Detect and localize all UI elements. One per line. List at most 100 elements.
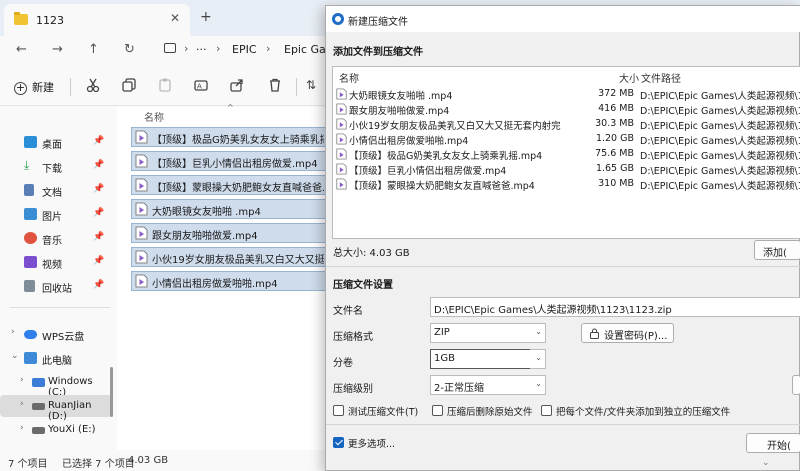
sidebar-item-music[interactable]: 音乐 📌	[0, 227, 112, 249]
file-row[interactable]: 小情侣出租房做爱啪啪.mp4	[131, 271, 327, 291]
sort-caret-icon: ^	[227, 103, 234, 112]
share-icon[interactable]	[230, 78, 244, 92]
archive-file-name: 大奶眼镜女友啪啪 .mp4	[349, 91, 453, 102]
sidebar-item-drive-d[interactable]: › RuanJian (D:)	[0, 395, 112, 422]
close-tab-icon[interactable]: ✕	[170, 11, 180, 25]
refresh-icon[interactable]: ↻	[124, 42, 135, 57]
sidebar-item-videos[interactable]: 视频 📌	[0, 251, 112, 273]
file-row[interactable]: 【顶级】极品G奶美乳女友女上骑乘乳摇...	[131, 127, 327, 147]
cut-icon[interactable]	[86, 78, 100, 92]
level-label: 压缩级别	[333, 384, 373, 395]
column-header-name[interactable]: 名称	[339, 70, 359, 85]
archive-filename-field[interactable]: D:\EPIC\Epic Games\人类起源视频\1123\1123.zip	[430, 297, 800, 317]
rename-icon[interactable]: A	[194, 78, 208, 92]
test-archive-checkbox[interactable]	[333, 405, 344, 416]
archive-file-row[interactable]: 大奶眼镜女友啪啪 .mp4 372 MB D:\EPIC\Epic Games\人类…	[332, 87, 800, 102]
add-files-button[interactable]: 添加(	[754, 240, 800, 260]
chevron-right-icon[interactable]: ›	[20, 423, 24, 433]
file-row[interactable]: 大奶眼镜女友啪啪 .mp4	[131, 199, 327, 219]
archive-file-size: 1.65 GB	[595, 163, 634, 174]
sidebar-item-drive-e[interactable]: › YouXi (E:)	[0, 419, 112, 441]
archive-file-row[interactable]: 小伙19岁女朋友极品美乳又白又大又挺无套内射完... 30.3 MB D:\EPIC…	[332, 117, 800, 132]
section-divider	[326, 266, 800, 267]
sidebar-item-label: 音乐	[42, 236, 62, 247]
column-header-size[interactable]: 大小	[619, 70, 639, 85]
set-password-button[interactable]: 设置密码(P)...	[581, 323, 674, 343]
split-label: 分卷	[333, 358, 353, 369]
delete-originals-checkbox[interactable]	[432, 405, 443, 416]
file-row[interactable]: 小伙19岁女朋友极品美乳又白又大又挺...	[131, 247, 327, 267]
settings-button[interactable]	[792, 375, 800, 395]
file-row[interactable]: 【顶级】蒙眼操大奶肥鲍女友直喊爸爸...	[131, 175, 327, 195]
pin-icon: 📌	[93, 280, 105, 290]
split-volume-field[interactable]: 1GB	[430, 349, 546, 369]
format-value: ZIP	[434, 327, 450, 338]
total-size: 总大小: 4.03 GB	[333, 248, 410, 259]
archive-file-name: 小伙19岁女朋友极品美乳又白又大又挺无套内射完...	[349, 121, 561, 132]
start-button[interactable]: 开始(	[746, 433, 800, 453]
forward-icon[interactable]: →	[52, 42, 63, 57]
video-file-icon	[336, 118, 347, 130]
split-dropdown-button[interactable]: ⌄	[530, 349, 546, 369]
breadcrumb-more[interactable]: ···	[196, 43, 207, 56]
sidebar-item-documents[interactable]: 文档 📌	[0, 179, 112, 201]
file-row[interactable]: 跟女朋友啪啪做爱.mp4	[131, 223, 327, 243]
sidebar-scrollbar[interactable]	[110, 367, 113, 417]
sidebar-item-drive-c[interactable]: › Windows (C:)	[0, 371, 112, 398]
new-label: 新建	[32, 81, 54, 94]
chevron-right-icon[interactable]: ›	[11, 327, 15, 337]
dialog-title: 新建压缩文件	[348, 17, 408, 28]
video-file-icon	[336, 88, 347, 100]
new-tab-icon[interactable]: +	[200, 9, 212, 25]
archive-file-path: D:\EPIC\Epic Games\人类起源视频\1123\	[640, 121, 800, 132]
archive-file-row[interactable]: 【顶级】巨乳小情侣出租房做爱.mp4 1.65 GB D:\EPIC\Epic Ga…	[332, 162, 800, 177]
video-file-icon	[336, 133, 347, 145]
file-row[interactable]: 【顶级】巨乳小情侣出租房做爱.mp4	[131, 151, 327, 171]
sidebar-item-recycle-bin[interactable]: 回收站 📌	[0, 275, 112, 297]
archive-file-row[interactable]: 小情侣出租房做爱啪啪.mp4 1.20 GB D:\EPIC\Epic Games\…	[332, 132, 800, 147]
sidebar-item-pictures[interactable]: 图片 📌	[0, 203, 112, 225]
pin-icon: 📌	[93, 184, 105, 194]
tab-1123[interactable]: 1123 ✕	[4, 4, 190, 36]
split-volume-value: 1GB	[434, 353, 455, 364]
file-name: 【顶级】巨乳小情侣出租房做爱.mp4	[152, 159, 318, 170]
archive-file-size: 1.20 GB	[595, 133, 634, 144]
video-file-icon	[135, 130, 148, 144]
chevron-down-icon: ⌄	[535, 379, 542, 388]
archive-file-path: D:\EPIC\Epic Games\人类起源视频\1123\	[640, 181, 800, 192]
format-select[interactable]: ZIP ⌄	[430, 323, 546, 343]
column-header-path[interactable]: 文件路径	[641, 70, 681, 85]
archive-file-row[interactable]: 跟女朋友啪啪做爱.mp4 416 MB D:\EPIC\Epic Games\人类起…	[332, 102, 800, 117]
archive-file-row[interactable]: 【顶级】蒙眼操大奶肥鲍女友直喊爸爸.mp4 310 MB D:\EPIC\Epic …	[332, 177, 800, 192]
resize-grip-icon[interactable]: ⌄	[762, 458, 770, 468]
sidebar-item-desktop[interactable]: 桌面 📌	[0, 131, 112, 153]
compression-level-select[interactable]: 2-正常压缩 ⌄	[430, 375, 546, 395]
file-name: 【顶级】极品G奶美乳女友女上骑乘乳摇...	[152, 135, 324, 146]
sidebar-item-label: 文档	[42, 188, 62, 199]
up-icon[interactable]: ↑	[88, 42, 99, 57]
copy-icon[interactable]	[122, 78, 136, 92]
new-button[interactable]: + 新建	[14, 79, 54, 95]
separate-archives-checkbox[interactable]	[541, 405, 552, 416]
archive-file-row[interactable]: 【顶级】极品G奶美乳女友女上骑乘乳摇.mp4 75.6 MB D:\EPIC\Epi…	[332, 147, 800, 162]
sidebar-item-label: WPS云盘	[42, 332, 85, 343]
sort-icon[interactable]: ⇅	[306, 78, 316, 92]
sidebar-item-label: YouXi (E:)	[48, 424, 96, 435]
back-icon[interactable]: ←	[16, 42, 27, 57]
sidebar-item-this-pc[interactable]: ⌄ 此电脑	[0, 347, 112, 369]
chevron-right-icon[interactable]: ›	[20, 399, 24, 409]
pin-icon: 📌	[93, 256, 105, 266]
chevron-right-icon[interactable]: ›	[20, 375, 24, 385]
breadcrumb-epic[interactable]: EPIC	[232, 43, 257, 56]
more-options-checkbox[interactable]	[333, 437, 344, 448]
address-bar[interactable]: › ··· › EPIC › Epic Games	[152, 38, 352, 62]
pin-icon: 📌	[93, 160, 105, 170]
sidebar-item-downloads[interactable]: ⤓ 下载 📌	[0, 155, 112, 177]
chevron-down-icon[interactable]: ⌄	[11, 351, 19, 361]
archive-file-size: 75.6 MB	[595, 148, 634, 159]
paste-icon[interactable]	[158, 78, 172, 92]
sidebar-item-wps-cloud[interactable]: › WPS云盘	[0, 323, 112, 345]
column-header-name[interactable]: 名称	[144, 109, 164, 124]
delete-icon[interactable]	[268, 78, 282, 92]
archive-file-size: 372 MB	[598, 88, 634, 99]
